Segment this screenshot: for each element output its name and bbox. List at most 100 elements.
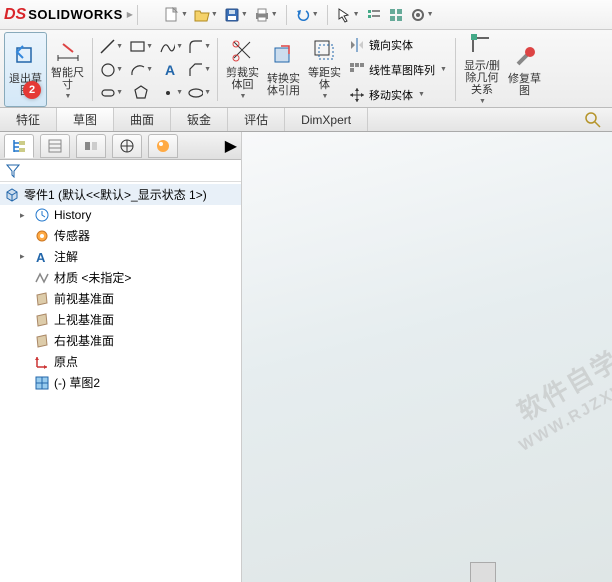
panel-arrow-icon[interactable]: ▶ [225, 136, 237, 156]
polygon-tool[interactable] [129, 82, 153, 104]
annotation-icon: A [34, 249, 50, 265]
tree-root[interactable]: 零件1 (默认<<默认>_显示状态 1>) [0, 184, 241, 205]
logo-dropdown-icon[interactable]: ▶ [127, 10, 133, 19]
spline-tool[interactable]: ▼ [159, 36, 183, 58]
pattern-icon [349, 62, 365, 78]
move-icon [349, 87, 365, 103]
relations-label: 显示/删 除几何 关系 [464, 60, 500, 96]
panel-tab-display[interactable] [148, 134, 178, 158]
tree-item-history[interactable]: ▸History [0, 205, 241, 225]
chamfer-tool[interactable]: ▼ [187, 59, 211, 81]
svg-text:A: A [36, 250, 46, 265]
panel-tab-feature-tree[interactable] [4, 134, 34, 158]
exit-sketch-icon [12, 43, 40, 71]
move-button[interactable]: 移动实体▼ [345, 84, 451, 106]
tree-item-top-plane[interactable]: 上视基准面 [0, 309, 241, 330]
arc-tool[interactable]: ▼ [129, 59, 153, 81]
undo-icon [295, 7, 311, 23]
tree-item-origin[interactable]: 原点 [0, 351, 241, 372]
panel-tabs: ▶ [0, 132, 241, 160]
watermark: 软件自学网 WWW.RJZXW.COM [499, 323, 612, 461]
quick-access-toolbar: ▼ ▼ ▼ ▼ ▼ ▼ ▼ [162, 3, 436, 27]
qat-new[interactable]: ▼ [162, 3, 190, 27]
fillet-tool[interactable]: ▼ [187, 36, 211, 58]
text-tool[interactable]: A [159, 59, 183, 81]
exit-sketch-button[interactable]: 退出草 图 2 [4, 32, 47, 107]
part-icon [4, 187, 20, 203]
offset-button[interactable]: 等距实 体 ▼ [304, 32, 345, 107]
chevron-down-icon: ▼ [479, 96, 486, 108]
ellipse-tool[interactable]: ▼ [187, 82, 211, 104]
line-tool[interactable]: ▼ [99, 36, 123, 58]
qat-undo[interactable]: ▼ [293, 3, 321, 27]
panel-tab-property[interactable] [40, 134, 70, 158]
tree-root-label: 零件1 (默认<<默认>_显示状态 1>) [24, 186, 207, 203]
relations-button[interactable]: 显示/删 除几何 关系 ▼ [460, 32, 504, 107]
qat-settings[interactable]: ▼ [408, 3, 436, 27]
sensor-icon [34, 228, 50, 244]
logo-ds-icon: DS [4, 6, 26, 24]
title-bar: DS SOLIDWORKS ▶ ▼ ▼ ▼ ▼ ▼ ▼ ▼ [0, 0, 612, 30]
app-logo: DS SOLIDWORKS ▶ [4, 6, 133, 24]
ribbon: 退出草 图 2 智能尺 寸 ▼ ▼ ▼ ▼ ▼ ▼ A ▼ ▼ ▼ ▼ ▼ 剪裁… [0, 30, 612, 108]
qat-open[interactable]: ▼ [192, 3, 220, 27]
panel-splitter[interactable] [470, 562, 496, 582]
offset-label: 等距实 体 [308, 67, 341, 91]
repair-icon [511, 43, 539, 71]
repair-button[interactable]: 修复草 图 [504, 32, 545, 107]
slot-tool[interactable]: ▼ [99, 82, 123, 104]
trim-button[interactable]: 剪裁实 体回 ▼ [222, 32, 263, 107]
tab-sheetmetal[interactable]: 钣金 [171, 108, 228, 131]
open-icon [194, 7, 210, 23]
qat-save[interactable]: ▼ [222, 3, 250, 27]
chevron-down-icon: ▼ [322, 91, 329, 103]
tree-filter[interactable] [0, 160, 241, 182]
panel-tab-dimxpert[interactable] [112, 134, 142, 158]
convert-icon [270, 43, 298, 71]
svg-text:A: A [165, 62, 175, 78]
tab-sketch[interactable]: 草图 [57, 108, 114, 131]
plane-icon [34, 291, 50, 307]
tab-surface[interactable]: 曲面 [114, 108, 171, 131]
tab-evaluate[interactable]: 评估 [228, 108, 285, 131]
trim-icon [229, 37, 257, 65]
tree-item-material[interactable]: 材质 <未指定> [0, 267, 241, 288]
repair-label: 修复草 图 [508, 73, 541, 97]
trim-label: 剪裁实 体回 [226, 67, 259, 91]
feature-manager-panel: ▶ 零件1 (默认<<默认>_显示状态 1>) ▸History 传感器 ▸A注… [0, 132, 242, 582]
qat-rebuild[interactable] [364, 3, 384, 27]
circle-tool[interactable]: ▼ [99, 59, 123, 81]
qat-print[interactable]: ▼ [252, 3, 280, 27]
tab-dimxpert[interactable]: DimXpert [285, 108, 368, 131]
offset-icon [311, 37, 339, 65]
pattern-button[interactable]: 线性草图阵列▼ [345, 59, 451, 81]
smart-dimension-button[interactable]: 智能尺 寸 ▼ [47, 32, 88, 107]
tree-item-right-plane[interactable]: 右视基准面 [0, 330, 241, 351]
panel-tab-config[interactable] [76, 134, 106, 158]
options-icon [388, 7, 404, 23]
tree-item-front-plane[interactable]: 前视基准面 [0, 288, 241, 309]
app-name: SOLIDWORKS [28, 7, 123, 22]
tree-item-sensors[interactable]: 传感器 [0, 225, 241, 246]
chevron-down-icon: ▼ [65, 91, 72, 103]
sketch-ops-stack: 镜向实体 线性草图阵列▼ 移动实体▼ [345, 32, 451, 107]
mirror-button[interactable]: 镜向实体 [345, 34, 451, 56]
point-tool[interactable]: ▼ [159, 82, 183, 104]
smart-dim-label: 智能尺 寸 [51, 67, 84, 91]
rectangle-tool[interactable]: ▼ [129, 36, 153, 58]
tree-item-sketch2[interactable]: (-) 草图2 [0, 372, 241, 393]
sketch-icon [34, 375, 50, 391]
search-icon[interactable] [584, 111, 612, 129]
tab-features[interactable]: 特征 [0, 108, 57, 131]
convert-button[interactable]: 转换实 体引用 [263, 32, 304, 107]
tree-item-annotations[interactable]: ▸A注解 [0, 246, 241, 267]
history-icon [34, 207, 50, 223]
dimension-icon [54, 37, 82, 65]
chevron-down-icon: ▼ [240, 91, 247, 103]
qat-options[interactable] [386, 3, 406, 27]
graphics-area[interactable]: 软件自学网 WWW.RJZXW.COM 15 15 1 [242, 132, 612, 582]
relations-icon [468, 32, 496, 58]
qat-select[interactable]: ▼ [334, 3, 362, 27]
save-icon [224, 7, 240, 23]
mirror-icon [349, 37, 365, 53]
